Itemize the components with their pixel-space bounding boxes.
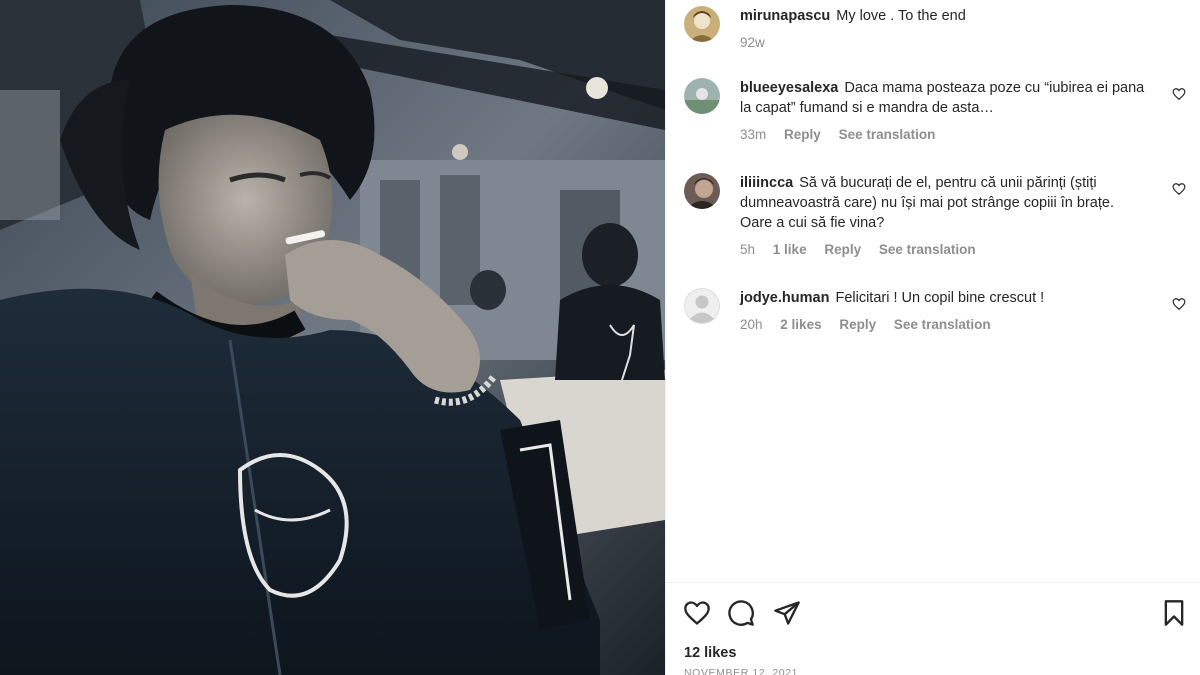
comment-time[interactable]: 20h bbox=[740, 317, 763, 332]
see-translation-button[interactable]: See translation bbox=[894, 317, 991, 332]
comment-text: blueeyesalexa Daca mama posteaza poze cu… bbox=[740, 78, 1146, 143]
comment-username[interactable]: jodye.human bbox=[740, 290, 829, 306]
heart-icon[interactable] bbox=[683, 599, 711, 627]
instagram-post: mirunapascu My love . To the end 92w blu… bbox=[0, 0, 1200, 675]
comments-panel: mirunapascu My love . To the end 92w blu… bbox=[665, 0, 1200, 675]
avatar[interactable] bbox=[684, 288, 720, 324]
comment-username[interactable]: iliiincca bbox=[740, 175, 793, 191]
comment-meta: 33m Reply See translation bbox=[740, 127, 1146, 143]
caption-text: mirunapascu My love . To the end 92w bbox=[740, 6, 1146, 51]
comment-likes[interactable]: 2 likes bbox=[780, 317, 821, 332]
comment-body: Felicitari ! Un copil bine crescut ! bbox=[835, 290, 1045, 306]
see-translation-button[interactable]: See translation bbox=[879, 242, 976, 257]
post-date: NOVEMBER 12, 2021 bbox=[684, 667, 799, 675]
comment-username[interactable]: blueeyesalexa bbox=[740, 80, 838, 96]
comment-text: jodye.human Felicitari ! Un copil bine c… bbox=[740, 288, 1146, 333]
comment-bubble-icon[interactable] bbox=[727, 599, 755, 627]
likes-count[interactable]: 12 likes bbox=[684, 645, 736, 661]
avatar[interactable] bbox=[684, 173, 720, 209]
small-heart-icon[interactable] bbox=[1172, 297, 1186, 311]
avatar[interactable] bbox=[684, 6, 720, 42]
photo-illustration bbox=[0, 0, 665, 675]
caption-meta: 92w bbox=[740, 35, 1146, 51]
small-heart-icon[interactable] bbox=[1172, 87, 1186, 101]
avatar[interactable] bbox=[684, 78, 720, 114]
comment-likes[interactable]: 1 like bbox=[773, 242, 807, 257]
comment-meta: 5h 1 like Reply See translation bbox=[740, 242, 1146, 258]
caption-body: My love . To the end bbox=[836, 8, 966, 24]
paper-plane-icon[interactable] bbox=[773, 599, 801, 627]
comment-body: Să vă bucurați de el, pentru că unii păr… bbox=[740, 175, 1114, 231]
post-photo[interactable] bbox=[0, 0, 665, 675]
reply-button[interactable]: Reply bbox=[839, 317, 876, 332]
action-bar: 12 likes NOVEMBER 12, 2021 bbox=[666, 582, 1200, 675]
bookmark-icon[interactable] bbox=[1160, 599, 1188, 627]
reply-button[interactable]: Reply bbox=[784, 127, 821, 142]
comments-list[interactable]: mirunapascu My love . To the end 92w blu… bbox=[666, 0, 1200, 582]
small-heart-icon[interactable] bbox=[1172, 182, 1186, 196]
caption-time[interactable]: 92w bbox=[740, 35, 765, 50]
comment-meta: 20h 2 likes Reply See translation bbox=[740, 317, 1146, 333]
comment-time[interactable]: 33m bbox=[740, 127, 766, 142]
see-translation-button[interactable]: See translation bbox=[839, 127, 936, 142]
comment-time[interactable]: 5h bbox=[740, 242, 755, 257]
reply-button[interactable]: Reply bbox=[824, 242, 861, 257]
caption-username[interactable]: mirunapascu bbox=[740, 8, 830, 24]
comment-text: iliiincca Să vă bucurați de el, pentru c… bbox=[740, 173, 1146, 258]
